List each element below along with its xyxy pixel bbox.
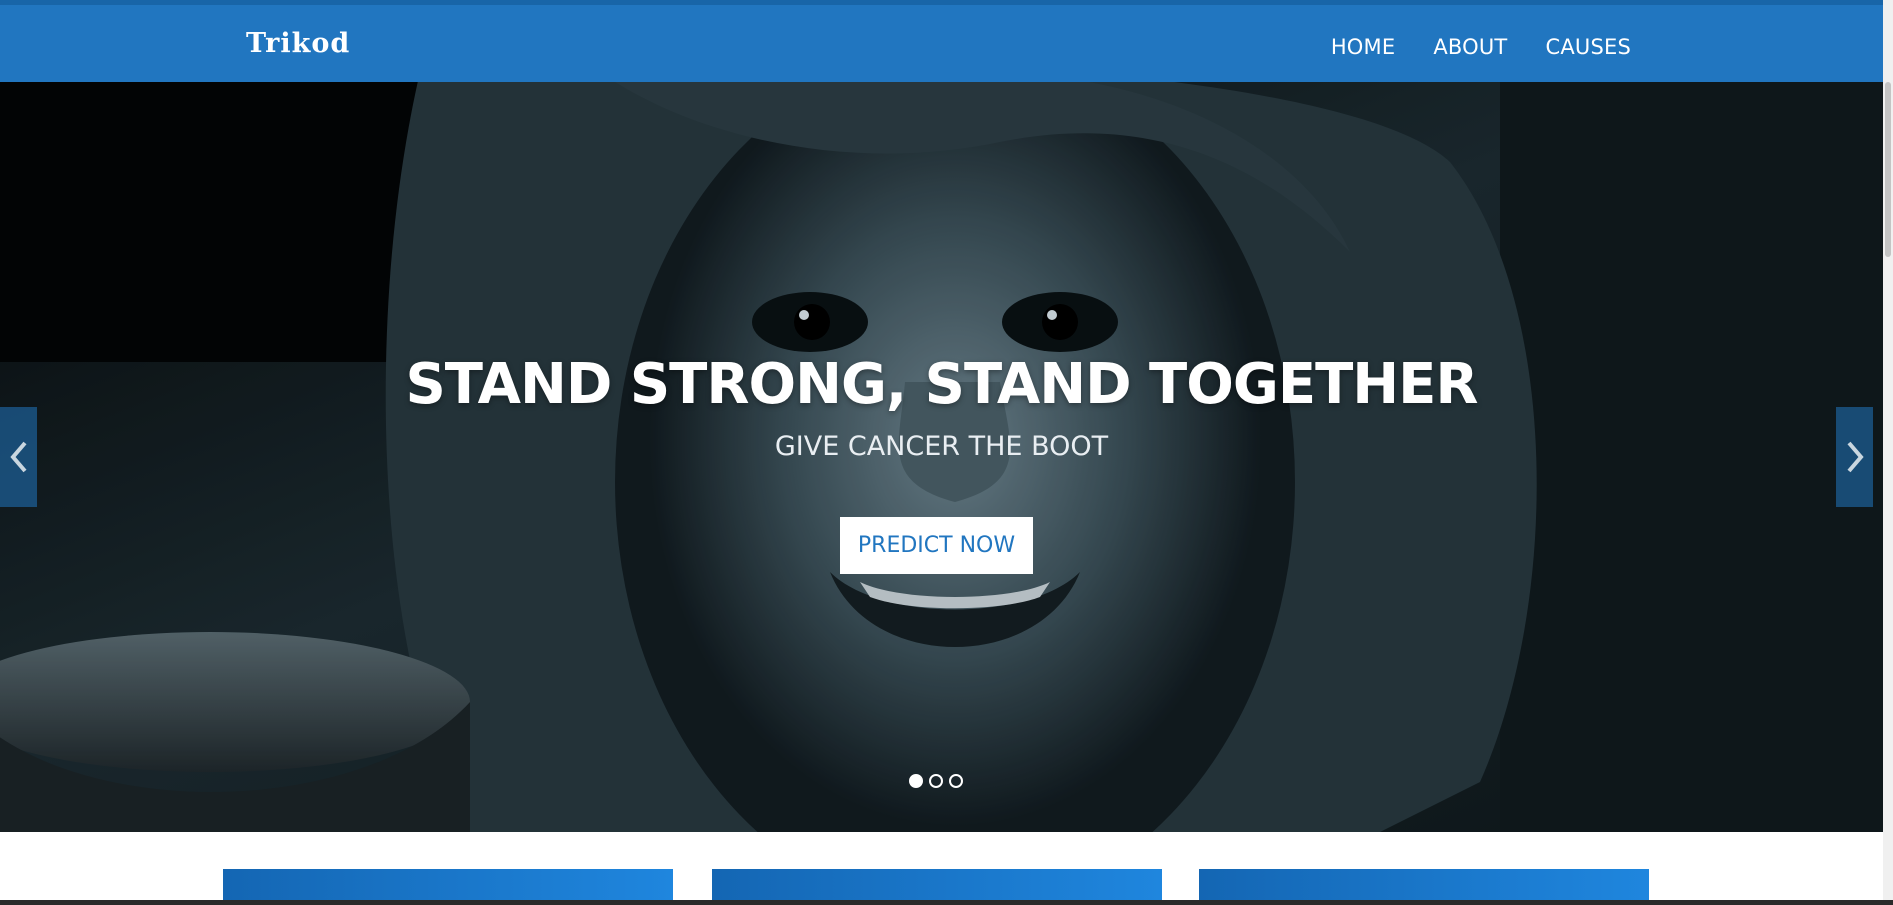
bottom-edge-bar (0, 900, 1893, 905)
page-scrollbar[interactable] (1883, 0, 1893, 905)
nav-link-causes[interactable]: CAUSES (1545, 30, 1631, 64)
chevron-left-icon (9, 441, 27, 473)
hero-carousel: STAND STRONG, STAND TOGETHER GIVE CANCER… (0, 82, 1883, 832)
scrollbar-thumb[interactable] (1885, 82, 1891, 257)
carousel-indicators (909, 774, 963, 788)
carousel-dot-3[interactable] (949, 774, 963, 788)
chevron-right-icon (1846, 441, 1864, 473)
nav-menu: HOME ABOUT CAUSES (1331, 30, 1631, 64)
hero-subtitle: GIVE CANCER THE BOOT (774, 431, 1109, 462)
carousel-prev-button[interactable] (0, 407, 37, 507)
carousel-dot-2[interactable] (929, 774, 943, 788)
navbar: Trikod HOME ABOUT CAUSES (0, 5, 1893, 82)
carousel-dot-1[interactable] (909, 774, 923, 788)
carousel-next-button[interactable] (1836, 407, 1873, 507)
hero-title: STAND STRONG, STAND TOGETHER (405, 352, 1478, 417)
nav-link-home[interactable]: HOME (1331, 30, 1396, 64)
predict-now-button[interactable]: PREDICT NOW (840, 517, 1033, 574)
logo[interactable]: Trikod (246, 27, 349, 61)
nav-link-about[interactable]: ABOUT (1433, 30, 1507, 64)
